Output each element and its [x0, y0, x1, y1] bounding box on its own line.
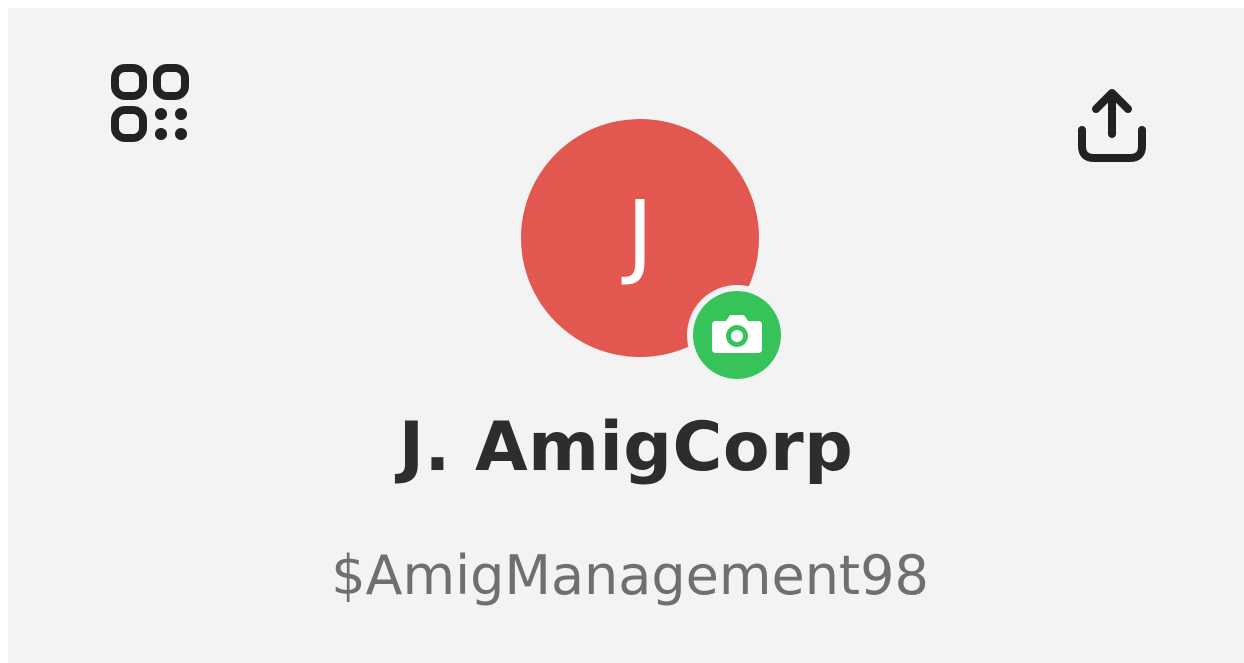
qr-code-button[interactable] [104, 63, 196, 147]
avatar-container: J [521, 119, 791, 389]
cashtag: $AmigManagement98 [331, 544, 929, 607]
change-photo-button[interactable] [687, 285, 787, 385]
share-icon [1072, 84, 1152, 168]
camera-icon [710, 311, 764, 359]
qr-code-icon [110, 63, 190, 147]
share-button[interactable] [1066, 80, 1158, 172]
display-name: J. AmigCorp [398, 408, 854, 487]
avatar-initial: J [626, 181, 654, 288]
